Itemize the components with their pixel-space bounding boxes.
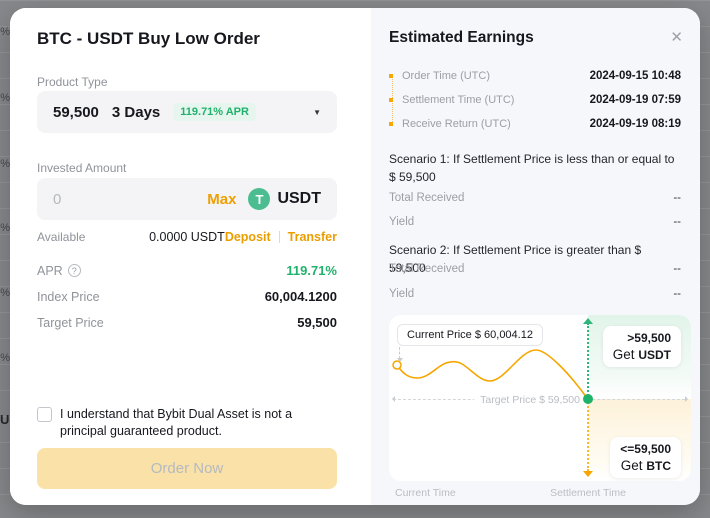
timeline-row-order-time: Order Time (UTC) 2024-09-15 10:48	[389, 70, 681, 82]
scenario2-total-received: Total Received --	[389, 263, 681, 275]
index-price-label: Index Price	[37, 290, 100, 304]
invested-amount-label: Invested Amount	[37, 161, 126, 175]
lower-zone-label: <=59,500 Get BTC	[610, 437, 681, 478]
apr-label: APR	[37, 264, 63, 278]
row-value: --	[673, 263, 681, 275]
amount-input[interactable]	[53, 191, 207, 208]
price-scenario-chart: Target Price $ 59,500 Current Price $ 60…	[389, 315, 691, 481]
strike-price: 59,500	[53, 104, 99, 121]
earnings-title: Estimated Earnings	[389, 29, 534, 47]
row-label: Yield	[389, 216, 414, 228]
apr-badge: 119.71% APR	[173, 103, 256, 121]
row-label: Total Received	[389, 263, 464, 275]
available-row: Available 0.0000 USDT Deposit Transfer	[37, 230, 337, 244]
timeline-dot-icon	[389, 74, 393, 78]
invested-amount-box: Max T USDT	[37, 178, 337, 220]
currency-label: USDT	[277, 190, 321, 208]
available-label: Available	[37, 230, 85, 244]
index-price-value: 60,004.1200	[265, 289, 337, 304]
timeline-row-settlement-time: Settlement Time (UTC) 2024-09-19 07:59	[389, 94, 681, 106]
background-percent: %	[0, 92, 10, 104]
current-price-pointer-arrow	[397, 358, 403, 362]
lower-condition: <=59,500	[620, 442, 671, 456]
chevron-down-icon: ▼	[313, 108, 321, 117]
background-percent: %	[0, 287, 10, 299]
axis-settlement-time: Settlement Time	[550, 487, 626, 499]
axis-current-time: Current Time	[395, 487, 456, 499]
row-label: Total Received	[389, 192, 464, 204]
timeline-value: 2024-09-19 08:19	[590, 118, 681, 130]
index-price-row: Index Price 60,004.1200	[37, 289, 337, 304]
product-type-label: Product Type	[37, 75, 108, 89]
timeline-row-receive-return: Receive Return (UTC) 2024-09-19 08:19	[389, 118, 681, 130]
target-price-label: Target Price	[37, 316, 104, 330]
row-value: --	[673, 192, 681, 204]
upper-condition: >59,500	[613, 331, 671, 345]
product-type-select[interactable]: 59,500 3 Days 119.71% APR ▼	[37, 91, 337, 133]
timeline-value: 2024-09-15 10:48	[590, 70, 681, 82]
order-now-button[interactable]: Order Now	[37, 448, 337, 489]
background-percent: %	[0, 158, 10, 170]
agreement-checkbox[interactable]	[37, 407, 52, 422]
timeline-dot-icon	[389, 98, 393, 102]
close-icon[interactable]: ✕	[670, 28, 683, 46]
deposit-link[interactable]: Deposit	[225, 230, 271, 244]
scenario1-yield: Yield --	[389, 216, 681, 228]
duration: 3 Days	[112, 104, 160, 121]
target-price-value: 59,500	[297, 315, 337, 330]
modal-title: BTC - USDT Buy Low Order	[37, 29, 260, 49]
upper-asset: USDT	[638, 348, 671, 362]
upper-get-label: Get	[613, 347, 635, 362]
scenario1-total-received: Total Received --	[389, 192, 681, 204]
help-icon[interactable]: ?	[68, 264, 81, 277]
max-button[interactable]: Max	[207, 191, 236, 208]
transfer-link[interactable]: Transfer	[288, 230, 337, 244]
agreement-row: I understand that Bybit Dual Asset is no…	[37, 406, 333, 440]
apr-row: APR ? 119.71%	[37, 263, 337, 278]
row-label: Yield	[389, 288, 414, 300]
usdt-coin-icon: T	[248, 188, 270, 210]
lower-asset: BTC	[646, 459, 671, 473]
timeline-label: Order Time (UTC)	[402, 70, 490, 82]
scenario1-title: Scenario 1: If Settlement Price is less …	[389, 150, 681, 186]
current-price-label: Current Price $ 60,004.12	[397, 324, 543, 346]
target-price-row: Target Price 59,500	[37, 315, 337, 330]
agreement-text: I understand that Bybit Dual Asset is no…	[60, 406, 333, 440]
divider	[279, 231, 280, 243]
available-value: 0.0000 USDT	[149, 230, 225, 244]
timeline-label: Settlement Time (UTC)	[402, 94, 514, 106]
row-value: --	[673, 216, 681, 228]
upper-zone-label: >59,500 Get USDT	[603, 326, 681, 367]
background-percent: %	[0, 222, 10, 234]
row-value: --	[673, 288, 681, 300]
timeline-value: 2024-09-19 07:59	[590, 94, 681, 106]
background-percent: %	[0, 26, 10, 38]
scenario2-yield: Yield --	[389, 288, 681, 300]
dual-asset-modal: BTC - USDT Buy Low Order Product Type 59…	[10, 8, 700, 505]
order-form-panel: BTC - USDT Buy Low Order Product Type 59…	[10, 8, 371, 505]
timeline-label: Receive Return (UTC)	[402, 118, 511, 130]
apr-value: 119.71%	[286, 263, 337, 278]
background-percent: %	[0, 352, 10, 364]
estimated-earnings-panel: Estimated Earnings ✕ Order Time (UTC) 20…	[371, 8, 700, 505]
timeline-dot-icon	[389, 122, 393, 126]
lower-get-label: Get	[621, 458, 643, 473]
